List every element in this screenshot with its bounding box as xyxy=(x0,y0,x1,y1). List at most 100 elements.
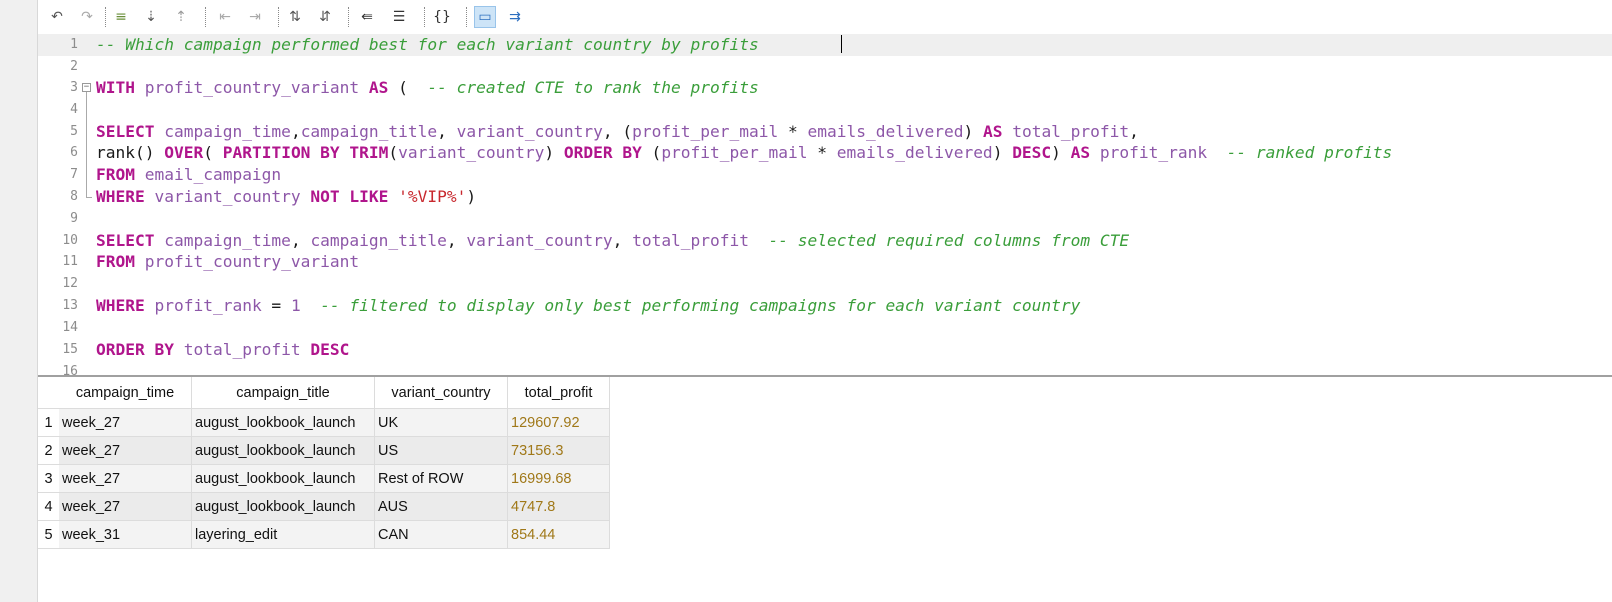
sort-descending-icon[interactable]: ⇵ xyxy=(314,6,336,28)
table-row[interactable]: 1 week_27 august_lookbook_launch UK 129607.9… xyxy=(38,408,610,437)
line-number: 12 xyxy=(62,276,78,291)
code-token: profit_rank xyxy=(154,296,262,315)
fold-toggle-icon[interactable]: − xyxy=(82,83,91,92)
code-line[interactable]: 10 SELECT campaign_time, campaign_title, … xyxy=(38,230,1612,252)
move-up-icon[interactable]: ⇡ xyxy=(170,6,192,28)
code-line[interactable]: 13 WHERE profit_rank = 1 -- filtered to d… xyxy=(38,295,1612,317)
code-line[interactable]: 15 ORDER BY total_profit DESC xyxy=(38,339,1612,361)
cell-campaign-time[interactable]: week_27 xyxy=(59,436,192,465)
cell-total-profit[interactable]: 854.44 xyxy=(507,520,610,549)
cell-campaign-title[interactable]: august_lookbook_launch xyxy=(191,492,375,521)
insert-row-icon[interactable]: ≡ xyxy=(110,6,132,28)
braces-icon[interactable]: {} xyxy=(431,6,453,28)
row-number[interactable]: 5 xyxy=(38,520,59,549)
code-token: = xyxy=(261,296,291,315)
format-icon[interactable]: ☰ xyxy=(388,6,410,28)
undo-glyph: ↶ xyxy=(51,9,63,25)
code-token: , xyxy=(612,231,633,250)
code-line[interactable]: 9 xyxy=(38,208,1612,230)
cell-campaign-time[interactable]: week_27 xyxy=(59,464,192,493)
code-text: WHERE profit_rank = 1 -- filtered to dis… xyxy=(96,296,1080,316)
code-token: emails_delivered xyxy=(807,122,964,141)
sort-ascending-icon[interactable]: ⇅ xyxy=(284,6,306,28)
column-header-campaign-time[interactable]: campaign_time xyxy=(59,377,192,409)
row-number[interactable]: 3 xyxy=(38,464,59,493)
code-line[interactable]: 4 xyxy=(38,99,1612,121)
table-row[interactable]: 5 week_31 layering_edit CAN 854.44 xyxy=(38,520,610,549)
indent-left-glyph: ⇤ xyxy=(219,9,231,25)
row-number[interactable]: 2 xyxy=(38,436,59,465)
code-token: variant_country xyxy=(466,231,613,250)
redo-icon[interactable]: ↷ xyxy=(76,6,98,28)
code-line[interactable]: 16 xyxy=(38,361,1612,375)
row-number[interactable]: 4 xyxy=(38,492,59,521)
code-token: ) xyxy=(544,143,564,162)
table-row[interactable]: 3 week_27 august_lookbook_launch Rest of RO… xyxy=(38,464,610,493)
code-token: ) xyxy=(466,187,477,206)
row-number[interactable]: 1 xyxy=(38,408,59,437)
sql-editor[interactable]: 1 -- Which campaign performed best for ea… xyxy=(38,34,1612,375)
cell-total-profit[interactable]: 73156.3 xyxy=(507,436,610,465)
outdent-icon[interactable]: ⇚ xyxy=(356,6,378,28)
code-text: SELECT campaign_time, campaign_title, va… xyxy=(96,231,1129,251)
code-line[interactable]: 12 xyxy=(38,273,1612,295)
column-header-campaign-title[interactable]: campaign_title xyxy=(191,377,375,409)
cell-campaign-title[interactable]: august_lookbook_launch xyxy=(191,408,375,437)
code-text: FROM email_campaign xyxy=(96,165,281,185)
cell-variant-country[interactable]: Rest of ROW xyxy=(374,464,508,493)
cell-campaign-time[interactable]: week_27 xyxy=(59,408,192,437)
move-down-icon[interactable]: ⇣ xyxy=(140,6,162,28)
code-line[interactable]: 1 -- Which campaign performed best for ea… xyxy=(38,34,1612,56)
column-header-total-profit[interactable]: total_profit xyxy=(507,377,610,409)
insert-row-glyph: ≡ xyxy=(115,9,127,25)
code-line[interactable]: 8 WHERE variant_country NOT LIKE '%VIP%') xyxy=(38,186,1612,208)
column-header-variant-country[interactable]: variant_country xyxy=(374,377,508,409)
comment-icon[interactable]: ▭ xyxy=(474,6,496,28)
code-line[interactable]: 5 SELECT campaign_time,campaign_title, va… xyxy=(38,121,1612,143)
cell-campaign-title[interactable]: layering_edit xyxy=(191,520,375,549)
cell-variant-country[interactable]: CAN xyxy=(374,520,508,549)
fold-guide xyxy=(86,92,87,197)
indent-right-icon[interactable]: ⇥ xyxy=(244,6,266,28)
code-token: profit_per_mail xyxy=(632,122,779,141)
toolbar-separator xyxy=(424,7,425,27)
format-glyph: ☰ xyxy=(392,9,406,25)
code-line[interactable]: 7 FROM email_campaign xyxy=(38,164,1612,186)
table-row[interactable]: 2 week_27 august_lookbook_launch US 73156.3 xyxy=(38,436,610,465)
execute-icon[interactable]: ⇉ xyxy=(504,6,526,28)
cell-campaign-time[interactable]: week_27 xyxy=(59,492,192,521)
code-line[interactable]: 2 xyxy=(38,56,1612,78)
cell-total-profit[interactable]: 4747.8 xyxy=(507,492,610,521)
code-line[interactable]: 11 FROM profit_country_variant xyxy=(38,251,1612,273)
cell-variant-country[interactable]: UK xyxy=(374,408,508,437)
cell-campaign-time[interactable]: week_31 xyxy=(59,520,192,549)
results-grid[interactable]: campaign_time campaign_title variant_cou… xyxy=(38,377,610,549)
cell-variant-country[interactable]: AUS xyxy=(374,492,508,521)
grid-header-row: campaign_time campaign_title variant_cou… xyxy=(38,377,610,409)
cell-campaign-title[interactable]: august_lookbook_launch xyxy=(191,436,375,465)
code-token: -- selected required columns from CTE xyxy=(768,231,1130,250)
cell-total-profit[interactable]: 129607.92 xyxy=(507,408,610,437)
code-token: ORDER BY xyxy=(563,143,642,162)
cell-total-profit[interactable]: 16999.68 xyxy=(507,464,610,493)
code-token: profit_per_mail xyxy=(661,143,808,162)
indent-left-icon[interactable]: ⇤ xyxy=(214,6,236,28)
code-line[interactable]: 6 rank() OVER( PARTITION BY TRIM(variant_… xyxy=(38,142,1612,164)
code-line[interactable]: 3 WITH profit_country_variant AS ( -- cre… xyxy=(38,77,1612,99)
code-token: ) xyxy=(992,143,1013,162)
code-line[interactable]: 14 xyxy=(38,317,1612,339)
indent-right-glyph: ⇥ xyxy=(249,9,261,25)
code-token: AS xyxy=(1070,143,1091,162)
cell-variant-country[interactable]: US xyxy=(374,436,508,465)
table-row[interactable]: 4 week_27 august_lookbook_launch AUS 4747.8 xyxy=(38,492,610,521)
undo-icon[interactable]: ↶ xyxy=(46,6,68,28)
code-token: FROM xyxy=(96,252,135,271)
code-token: profit_rank xyxy=(1099,143,1208,162)
cell-campaign-title[interactable]: august_lookbook_launch xyxy=(191,464,375,493)
code-token: -- ranked profits xyxy=(1226,143,1393,162)
